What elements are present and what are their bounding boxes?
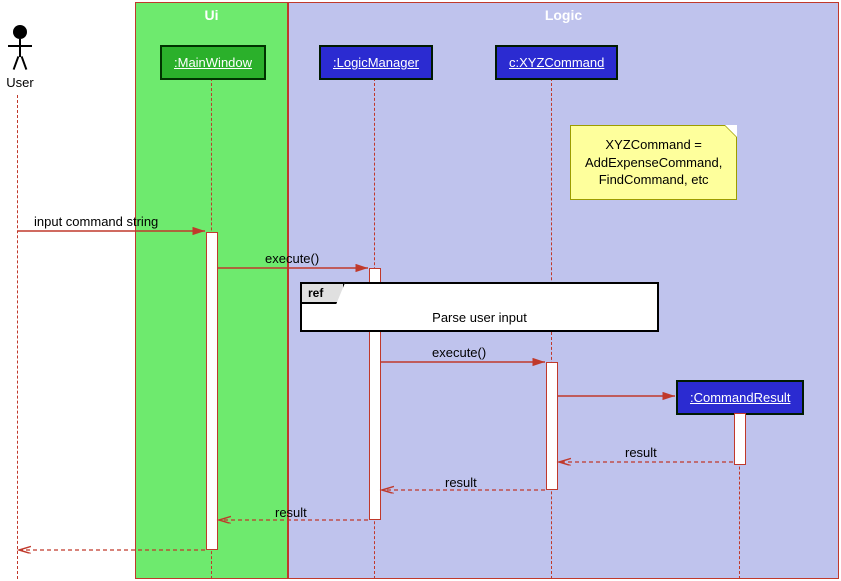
note-line2: AddExpenseCommand, — [585, 155, 722, 170]
note-xyzcommand: XYZCommand = AddExpenseCommand, FindComm… — [570, 125, 737, 200]
lifeline-logicmanager: :LogicManager — [319, 45, 433, 80]
ref-label: Parse user input — [302, 284, 657, 333]
msg-result1: result — [625, 445, 657, 460]
msg-input: input command string — [34, 214, 158, 229]
user-icon — [5, 25, 35, 75]
ref-frame: ref Parse user input — [300, 282, 659, 332]
actor-user: User — [0, 25, 40, 90]
activation-xyzcommand — [546, 362, 558, 490]
msg-result2: result — [445, 475, 477, 490]
msg-execute1: execute() — [265, 251, 319, 266]
lifeline-mainwindow: :MainWindow — [160, 45, 266, 80]
lifeline-commandresult: :CommandResult — [676, 380, 804, 415]
lifeline-xyzcommand: c:XYZCommand — [495, 45, 618, 80]
note-line3: FindCommand, etc — [599, 172, 709, 187]
activation-mainwindow — [206, 232, 218, 550]
activation-commandresult — [734, 413, 746, 465]
msg-result3: result — [275, 505, 307, 520]
region-ui-label: Ui — [205, 7, 219, 23]
actor-user-label: User — [0, 75, 40, 90]
lifeline-user-dash — [17, 95, 18, 579]
note-line1: XYZCommand = — [605, 137, 701, 152]
msg-execute2: execute() — [432, 345, 486, 360]
region-logic-label: Logic — [545, 7, 582, 23]
